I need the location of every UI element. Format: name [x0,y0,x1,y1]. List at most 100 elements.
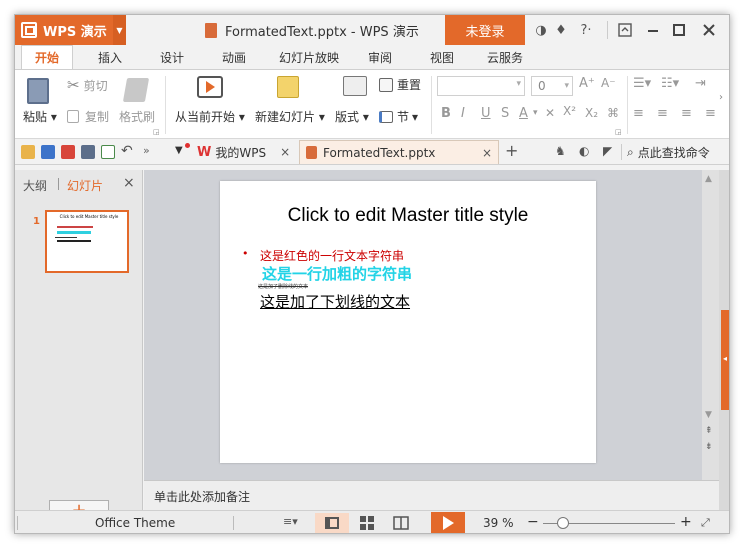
font-name-select[interactable]: ▾ [437,76,525,96]
scroll-down-icon[interactable]: ▼ [705,410,712,420]
new-slide-button[interactable]: 新建幻灯片 ▾ [255,108,325,125]
close-icon[interactable] [699,20,719,40]
tab-animation[interactable]: 动画 [209,45,259,69]
align-left-icon[interactable]: ≡ [633,106,644,121]
tab-review[interactable]: 审阅 [357,45,403,69]
zoom-out-icon[interactable]: − [527,514,539,530]
tab-insert[interactable]: 插入 [85,45,135,69]
task-pane-toggle[interactable]: ◂ [721,310,729,410]
tab-view[interactable]: 视图 [419,45,465,69]
shadow-icon[interactable]: S [501,106,509,121]
red-text-line[interactable]: 这是红色的一行文本字符串 [260,247,404,264]
numbered-list-icon[interactable]: ☷▾ [661,76,679,91]
format-painter-icon[interactable] [122,78,150,102]
strikethrough-text-line[interactable]: 这是加了删除线的文本 [258,283,308,290]
new-tab-icon[interactable]: + [505,141,518,160]
decrease-font-icon[interactable]: A⁻ [601,76,616,90]
pin-icon[interactable]: ♞ [555,144,566,158]
scroll-up-icon[interactable]: ▲ [705,174,712,184]
slide-thumbnail[interactable]: Click to edit Master title style [45,210,129,273]
undo-icon[interactable]: ↶ [121,143,133,159]
print-icon[interactable] [81,145,95,159]
layout-icon[interactable] [343,76,367,96]
notes-toggle-icon[interactable]: ≡▾ [283,515,298,528]
character-spacing-icon[interactable]: ⌘ [607,106,619,120]
format-painter-button[interactable]: 格式刷 [119,108,155,125]
save-icon[interactable] [41,145,55,159]
previous-slide-icon[interactable]: ⇞ [705,426,713,436]
app-menu-dropdown[interactable]: ▼ [113,15,126,45]
play-slideshow-button[interactable] [431,512,465,533]
bold-text-line[interactable]: 这是一行加粗的字符串 [262,263,412,284]
subscript-icon[interactable]: X₂ [585,106,598,120]
close-icon[interactable]: × [280,145,290,159]
tab-cloud[interactable]: 云服务 [477,45,533,69]
maximize-icon[interactable] [669,20,689,40]
feedback-icon[interactable]: ◤ [603,144,612,158]
more-commands-icon[interactable]: » [143,144,150,157]
close-icon[interactable]: × [482,146,492,160]
pdf-export-icon[interactable] [61,145,75,159]
help-icon[interactable]: ?· [573,20,599,40]
slide-title[interactable]: Click to edit Master title style [220,205,596,227]
minimize-icon[interactable] [643,20,663,40]
notes-area[interactable]: 单击此处添加备注 [144,480,719,510]
vertical-scrollbar[interactable]: ▲ ▼ ⇞ ⇟ [702,170,719,480]
cut-button[interactable]: ✂ 剪切 [67,76,108,94]
align-center-icon[interactable]: ≡ [657,106,668,121]
slideshow-play-icon[interactable] [197,76,223,98]
new-slide-icon[interactable] [277,76,299,98]
next-slide-icon[interactable]: ⇟ [705,442,713,452]
zoom-level[interactable]: 39 % [483,516,514,530]
indent-icon[interactable]: ⇥ [695,76,706,91]
from-current-button[interactable]: 从当前开始 ▾ [175,108,245,125]
font-color-dropdown[interactable]: ▾ [533,108,538,118]
bullet-list-icon[interactable]: ☰▾ [633,76,651,91]
align-right-icon[interactable]: ≡ [681,106,692,121]
reading-view-icon[interactable] [393,515,409,531]
underline-text-line[interactable]: 这是加了下划线的文本 [260,291,410,312]
paste-button[interactable]: 粘贴 ▾ [23,108,57,125]
copy-button[interactable]: 复制 [67,108,109,125]
skin-icon[interactable]: ◑ [531,20,551,40]
tab-home[interactable]: 开始 [21,45,73,69]
print-preview-icon[interactable] [101,145,115,159]
clipboard-launcher-icon[interactable]: ◲ [153,128,160,136]
font-size-select[interactable]: 0 ▾ [531,76,573,96]
reset-button[interactable]: 重置 [379,76,421,93]
tab-outline[interactable]: 大纲 [23,177,47,194]
italic-icon[interactable]: I [461,106,465,121]
tab-slides[interactable]: 幻灯片 [67,177,103,194]
superscript-icon[interactable]: X² [563,104,576,118]
slide[interactable]: Click to edit Master title style • 这是红色的… [220,181,596,463]
restore-layout-icon[interactable] [615,20,635,40]
underline-icon[interactable]: U [481,106,491,121]
customize-dropdown-icon[interactable]: ▼ [175,145,183,156]
font-color-icon[interactable]: A [519,106,528,121]
bold-icon[interactable]: B [441,106,451,121]
login-button[interactable]: 未登录 [445,15,525,45]
zoom-in-icon[interactable]: + [680,514,692,530]
command-search[interactable]: ⌕ 点此查找命令 [627,144,710,161]
app-menu-button[interactable]: WPS 演示 [15,15,125,45]
font-launcher-icon[interactable]: ◲ [615,128,622,136]
increase-font-icon[interactable]: A⁺ [579,76,595,91]
zoom-slider-thumb[interactable] [557,517,569,529]
fit-window-icon[interactable]: ⤢ [701,516,710,530]
ribbon-scroll-right-icon[interactable]: › [719,92,723,103]
layout-button[interactable]: 版式 ▾ [335,108,369,125]
doc-tab-home[interactable]: W 我的WPS × [197,140,297,164]
normal-view-button[interactable] [315,513,349,533]
shirt-icon[interactable]: ♦ [551,20,571,40]
open-folder-icon[interactable] [21,145,35,159]
clear-format-icon[interactable]: ✕ [545,106,555,120]
doc-tab-file[interactable]: FormatedText.pptx × [299,140,499,164]
slide-sorter-icon[interactable] [359,515,375,531]
section-button[interactable]: 节 ▾ [379,108,418,125]
close-pane-icon[interactable]: × [123,175,135,191]
paste-icon[interactable] [27,78,49,104]
tab-slideshow[interactable]: 幻灯片放映 [271,45,347,69]
tab-design[interactable]: 设计 [147,45,197,69]
sync-icon[interactable]: ◐ [579,144,589,158]
justify-icon[interactable]: ≡ [705,106,716,121]
